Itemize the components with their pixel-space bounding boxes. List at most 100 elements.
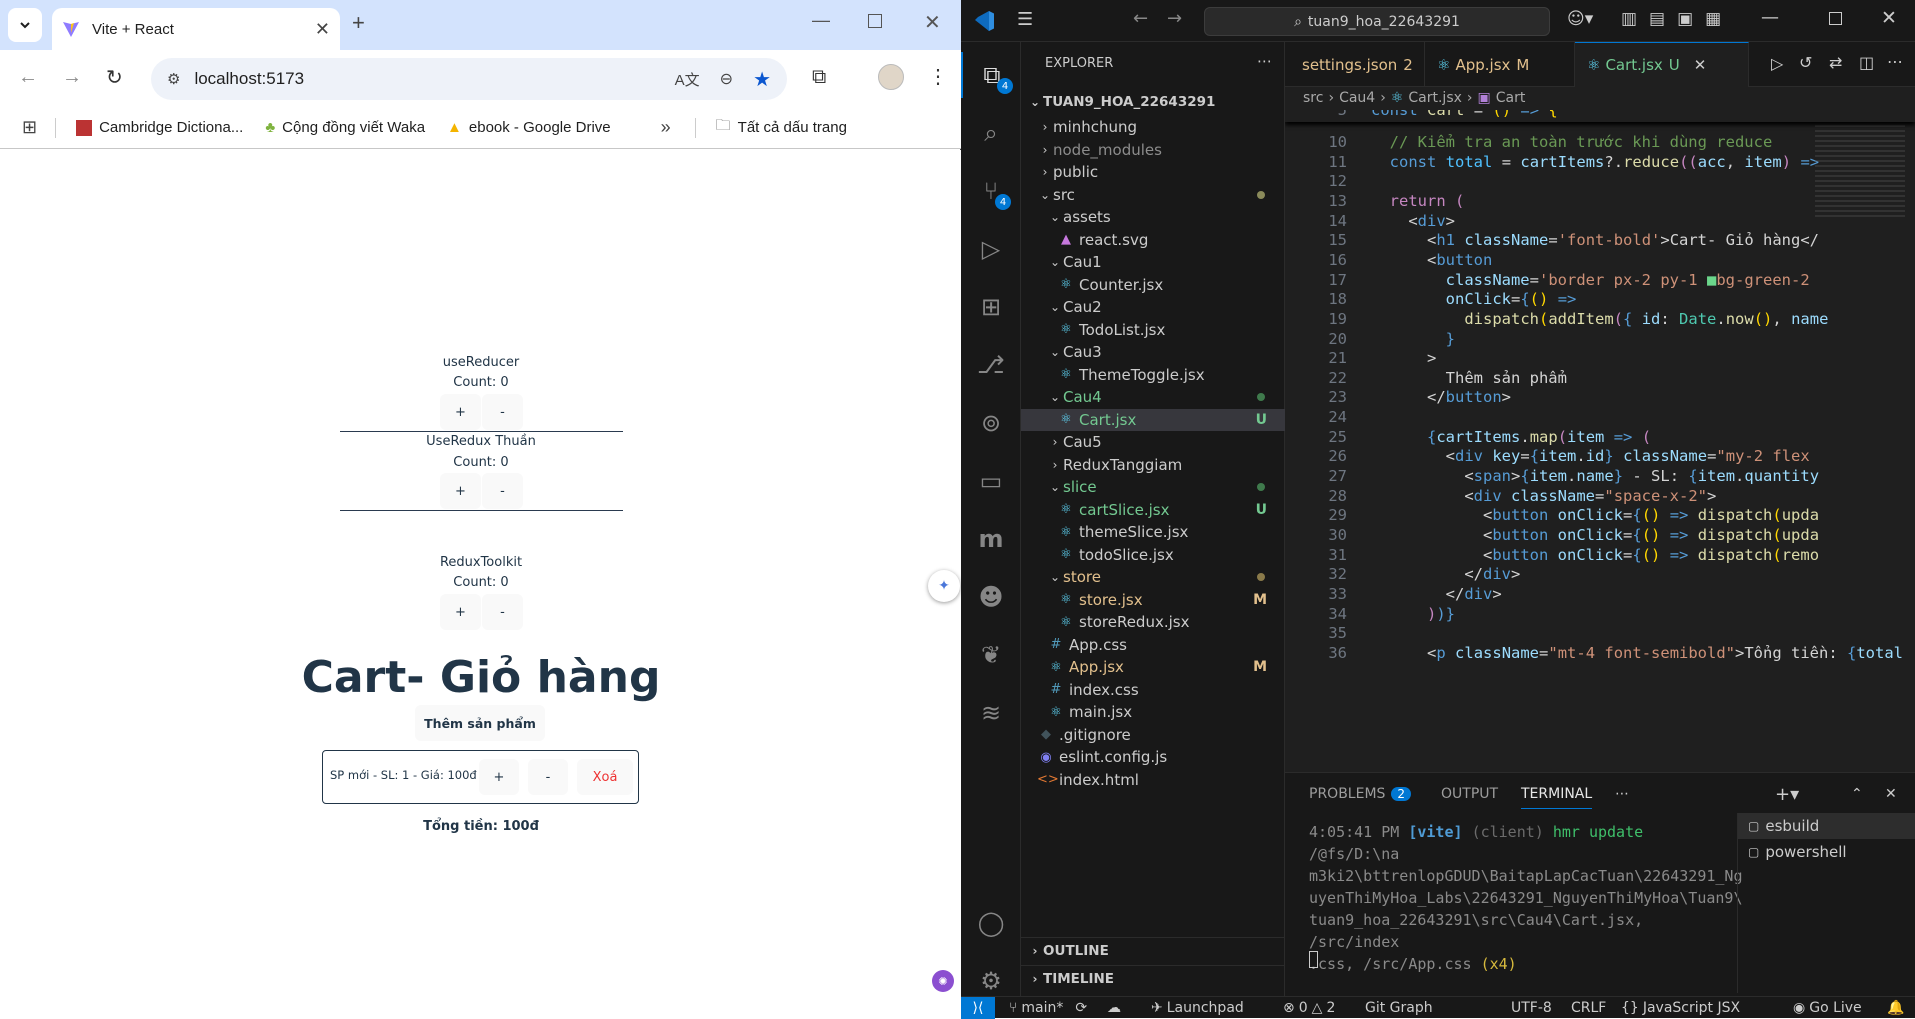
file-tree-item[interactable]: ⌄ Cau3: [1021, 341, 1285, 363]
bookmark-google-drive[interactable]: ▲ ebook - Google Drive: [447, 119, 611, 136]
cart-item-delete-button[interactable]: Xoá: [577, 759, 633, 795]
menu-icon[interactable]: ☰: [1017, 9, 1033, 30]
maximize-button[interactable]: [1829, 12, 1842, 25]
new-tab-button[interactable]: +: [352, 10, 365, 36]
cart-item-minus-button[interactable]: -: [528, 759, 568, 795]
folder-icon[interactable]: ▭: [961, 458, 1021, 504]
file-tree-item[interactable]: › ReduxTanggiam: [1021, 454, 1285, 476]
command-center-search[interactable]: ⌕ tuan9_hoa_22643291: [1204, 7, 1550, 36]
tab-search-button[interactable]: [8, 8, 42, 42]
reload-icon[interactable]: ↻: [106, 65, 123, 90]
file-tree-item[interactable]: ⚛ storeRedux.jsx: [1021, 611, 1285, 633]
nav-forward-icon[interactable]: →: [1167, 8, 1182, 29]
search-icon[interactable]: ⌕: [961, 110, 1021, 156]
editor-tab[interactable]: settings.json 2: [1285, 42, 1425, 87]
layout-icons[interactable]: ▥▤▣▦: [1621, 9, 1733, 29]
project-root[interactable]: ⌄ TUAN9_HOA_22643291: [1021, 88, 1285, 115]
timeline-section[interactable]: › TIMELINE: [1021, 965, 1285, 992]
file-tree-item[interactable]: ⌄ Cau1: [1021, 251, 1285, 273]
cart-item-plus-button[interactable]: +: [479, 759, 519, 795]
redux-toolkit-plus-button[interactable]: +: [440, 594, 481, 630]
bookmark-cambridge[interactable]: Cambridge Dictiona...: [76, 119, 243, 136]
file-tree-item[interactable]: ⚛ cartSlice.jsx U: [1021, 499, 1285, 521]
tab-problems[interactable]: PROBLEMS 2: [1309, 773, 1412, 815]
file-tree-item[interactable]: › minhchung: [1021, 116, 1285, 138]
notifications-icon[interactable]: 🔔: [1887, 997, 1904, 1019]
bookmark-star-icon[interactable]: ★: [753, 67, 771, 92]
use-redux-plus-button[interactable]: +: [440, 473, 481, 509]
more-bookmarks-icon[interactable]: »: [661, 117, 671, 138]
more-actions-icon[interactable]: ⋯: [1887, 52, 1903, 71]
split-editor-icon[interactable]: ◫: [1859, 53, 1874, 72]
close-tab-icon[interactable]: ✕: [315, 19, 330, 40]
account-icon[interactable]: ◯: [961, 900, 1021, 946]
file-tree-item[interactable]: ⌄ store: [1021, 566, 1285, 588]
all-bookmarks-folder[interactable]: 🗀 Tất cả dấu trang: [716, 115, 847, 140]
compare-icon[interactable]: ⇄: [1829, 53, 1842, 72]
launchpad-status[interactable]: ✈ Launchpad: [1151, 997, 1244, 1019]
extensions-icon[interactable]: ⧉: [812, 66, 826, 89]
tab-terminal[interactable]: TERMINAL: [1521, 779, 1593, 809]
file-tree-item[interactable]: # App.css: [1021, 634, 1285, 656]
site-info-icon[interactable]: ⚙: [167, 70, 180, 88]
add-product-button[interactable]: Thêm sản phẩm: [415, 705, 545, 741]
maximize-panel-icon[interactable]: ⌃: [1851, 773, 1863, 815]
file-tree-item[interactable]: ⚛ ThemeToggle.jsx: [1021, 364, 1285, 386]
maximize-button[interactable]: [868, 14, 882, 28]
file-tree-item[interactable]: ◉ eslint.config.js: [1021, 746, 1285, 768]
git-graph-status[interactable]: Git Graph: [1365, 997, 1433, 1019]
bookmark-waka[interactable]: ♣ Cộng đồng viết Waka: [265, 119, 425, 136]
brain-extension-icon[interactable]: ✺: [932, 970, 954, 992]
file-tree-item[interactable]: ⚛ store.jsx M: [1021, 589, 1285, 611]
menu-dots-icon[interactable]: ⋮: [928, 64, 948, 89]
remote-explorer-icon[interactable]: ⊚: [961, 400, 1021, 446]
encoding-status[interactable]: UTF-8: [1511, 997, 1552, 1019]
floating-assistant-icon[interactable]: ✦: [928, 570, 960, 602]
extensions-icon[interactable]: ⊞: [961, 284, 1021, 330]
new-terminal-icon[interactable]: +▾: [1775, 773, 1799, 815]
tab-output[interactable]: OUTPUT: [1441, 773, 1498, 815]
redux-toolkit-minus-button[interactable]: -: [482, 594, 523, 630]
file-tree-item[interactable]: ⌄ Cau4: [1021, 386, 1285, 408]
file-tree-item[interactable]: ⌄ src: [1021, 184, 1285, 206]
close-window-button[interactable]: ✕: [924, 10, 941, 35]
file-tree-item[interactable]: ⚛ todoSlice.jsx: [1021, 544, 1285, 566]
terminal-item-powershell[interactable]: ▢ powershell: [1738, 839, 1915, 865]
file-tree-item[interactable]: ⚛ Cart.jsx U: [1021, 408, 1285, 431]
language-status[interactable]: {} JavaScript JSX: [1621, 997, 1740, 1019]
close-panel-icon[interactable]: ✕: [1885, 773, 1897, 815]
file-tree-item[interactable]: ⌄ assets: [1021, 206, 1285, 228]
minimize-button[interactable]: —: [812, 10, 830, 31]
file-tree-item[interactable]: # index.css: [1021, 679, 1285, 701]
run-icon[interactable]: ▷: [1771, 54, 1783, 73]
forward-arrow-icon[interactable]: →: [62, 66, 82, 89]
editor-tab[interactable]: ⚛ Cart.jsx U ✕: [1575, 42, 1749, 87]
tailwind-icon[interactable]: ≋: [961, 690, 1021, 736]
file-tree-item[interactable]: › public: [1021, 161, 1285, 183]
translate-icon[interactable]: A文: [675, 69, 700, 90]
nav-back-icon[interactable]: ←: [1133, 8, 1148, 29]
profile-avatar[interactable]: [878, 64, 904, 90]
file-tree-item[interactable]: ◆ .gitignore: [1021, 724, 1285, 746]
sticky-scroll-line[interactable]: 5 const Cart = () => {: [1285, 110, 1915, 122]
git-graph-icon[interactable]: ⎇: [961, 342, 1021, 388]
file-tree-item[interactable]: ⚛ Counter.jsx: [1021, 274, 1285, 296]
terminal-item-esbuild[interactable]: ▢ esbuild: [1738, 813, 1915, 839]
history-icon[interactable]: ↺: [1799, 53, 1812, 72]
file-tree-item[interactable]: <> index.html: [1021, 769, 1285, 791]
outline-section[interactable]: › OUTLINE: [1021, 937, 1285, 964]
more-actions-icon[interactable]: ⋯: [1257, 52, 1272, 70]
cloud-icon[interactable]: ☁: [1107, 997, 1121, 1019]
branch-indicator[interactable]: ⑂ main* ⟳: [1009, 997, 1087, 1019]
minimize-button[interactable]: —: [1761, 7, 1779, 28]
more-actions-icon[interactable]: ⋯: [1615, 773, 1629, 815]
terminal-output[interactable]: 4:05:41 PM [vite] (client) hmr update /@…: [1285, 813, 1742, 993]
eol-status[interactable]: CRLF: [1571, 997, 1606, 1019]
file-tree-item[interactable]: ⚛ main.jsx: [1021, 701, 1285, 723]
file-tree-item[interactable]: ⚛ App.jsx M: [1021, 656, 1285, 678]
minimap[interactable]: [1815, 110, 1905, 220]
back-arrow-icon[interactable]: ←: [18, 66, 38, 89]
file-tree-item[interactable]: ⚛ TodoList.jsx: [1021, 319, 1285, 341]
code-line[interactable]: 36 <p className="mt-4 font-semibold">Tổn…: [1285, 641, 1903, 665]
leaf-icon[interactable]: ❦: [961, 632, 1021, 678]
